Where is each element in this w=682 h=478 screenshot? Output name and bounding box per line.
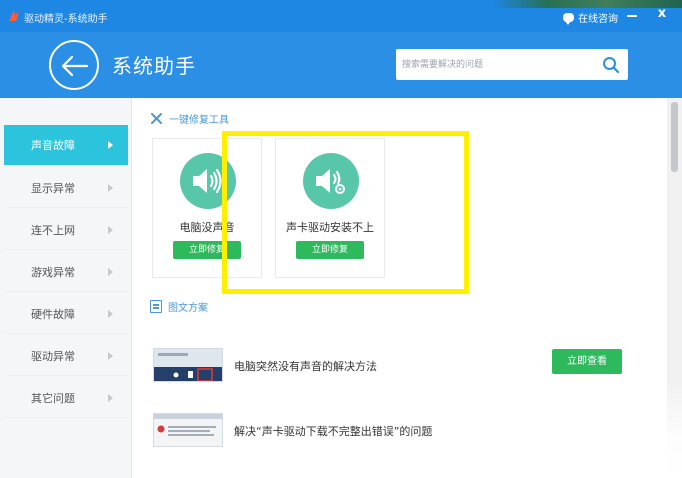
- sidebar-item-game[interactable]: 游戏异常: [4, 252, 128, 292]
- minimize-button[interactable]: [626, 8, 638, 22]
- search-icon[interactable]: [602, 56, 620, 74]
- title-bar-decoration: [492, 0, 682, 8]
- sidebar-item-label: 游戏异常: [31, 265, 75, 279]
- repair-card-driver-install: 声卡驱动安装不上 立即修复: [275, 138, 385, 278]
- category-sidebar: 声音故障 显示异常 连不上网 游戏异常 硬件故障 驱动异常 其它问题: [0, 98, 132, 478]
- repair-tools-title: 一键修复工具: [169, 115, 229, 126]
- article-item[interactable]: 解决“声卡驱动下载不完整出错误”的问题: [150, 404, 670, 464]
- articles-heading: 图文方案: [150, 299, 208, 314]
- back-arrow-icon: [61, 55, 89, 77]
- sidebar-item-label: 驱动异常: [31, 349, 75, 363]
- chat-icon: [563, 13, 574, 25]
- back-button[interactable]: [49, 40, 99, 90]
- sidebar-item-other[interactable]: 其它问题: [4, 378, 128, 418]
- view-now-button[interactable]: 立即查看: [552, 349, 622, 374]
- speaker-icon: [180, 153, 236, 209]
- repair-card-no-sound: 电脑没声音 立即修复: [152, 138, 262, 278]
- search-box: [396, 49, 628, 80]
- repair-card-label: 声卡驱动安装不上: [286, 221, 374, 234]
- online-consult-button[interactable]: 在线咨询: [563, 10, 618, 25]
- sidebar-item-label: 其它问题: [31, 391, 75, 405]
- sidebar-item-sound[interactable]: 声音故障: [4, 125, 128, 165]
- sidebar-item-driver[interactable]: 驱动异常: [4, 336, 128, 376]
- chevron-right-icon: [108, 184, 113, 192]
- sidebar-item-label: 声音故障: [31, 139, 75, 152]
- chevron-right-icon: [108, 268, 113, 276]
- search-input[interactable]: [402, 56, 592, 73]
- chevron-right-icon: [108, 394, 113, 402]
- article-title[interactable]: 电脑突然没有声音的解决方法: [234, 358, 377, 374]
- scrollbar[interactable]: [667, 98, 682, 478]
- title-bar: 驱动精灵-系统助手 在线咨询 x: [0, 0, 682, 32]
- header: 系统助手: [0, 32, 682, 98]
- close-button[interactable]: x: [656, 7, 668, 21]
- article-item[interactable]: 电脑突然没有声音的解决方法 立即查看: [150, 339, 670, 399]
- chevron-right-icon: [108, 141, 113, 149]
- wrench-icon: [151, 113, 162, 124]
- sidebar-item-label: 显示异常: [31, 181, 75, 195]
- chevron-right-icon: [108, 226, 113, 234]
- app-logo-icon: [9, 10, 19, 21]
- app-title: 驱动精灵-系统助手: [24, 14, 108, 25]
- repair-card-label: 电脑没声音: [179, 221, 235, 234]
- speaker-gear-icon: [303, 153, 359, 209]
- sidebar-item-display[interactable]: 显示异常: [4, 168, 128, 208]
- sidebar-item-hardware[interactable]: 硬件故障: [4, 294, 128, 334]
- online-consult-label: 在线咨询: [578, 14, 618, 25]
- chevron-right-icon: [108, 352, 113, 360]
- repair-tools-heading: 一键修复工具: [150, 111, 229, 126]
- fix-now-button[interactable]: 立即修复: [173, 241, 241, 259]
- sidebar-item-network[interactable]: 连不上网: [4, 210, 128, 250]
- sidebar-item-label: 硬件故障: [31, 307, 75, 321]
- article-title[interactable]: 解决“声卡驱动下载不完整出错误”的问题: [234, 423, 432, 439]
- articles-title: 图文方案: [168, 303, 208, 314]
- scrollbar-thumb[interactable]: [671, 102, 678, 172]
- document-icon: [150, 300, 162, 313]
- article-thumbnail: [153, 348, 223, 382]
- app-window: 驱动精灵-系统助手 在线咨询 x 系统助手 声音故障: [0, 0, 682, 478]
- page-title: 系统助手: [112, 54, 196, 78]
- chevron-right-icon: [108, 310, 113, 318]
- article-thumbnail: [153, 413, 223, 447]
- fix-now-button[interactable]: 立即修复: [296, 241, 364, 259]
- sidebar-item-label: 连不上网: [31, 223, 75, 237]
